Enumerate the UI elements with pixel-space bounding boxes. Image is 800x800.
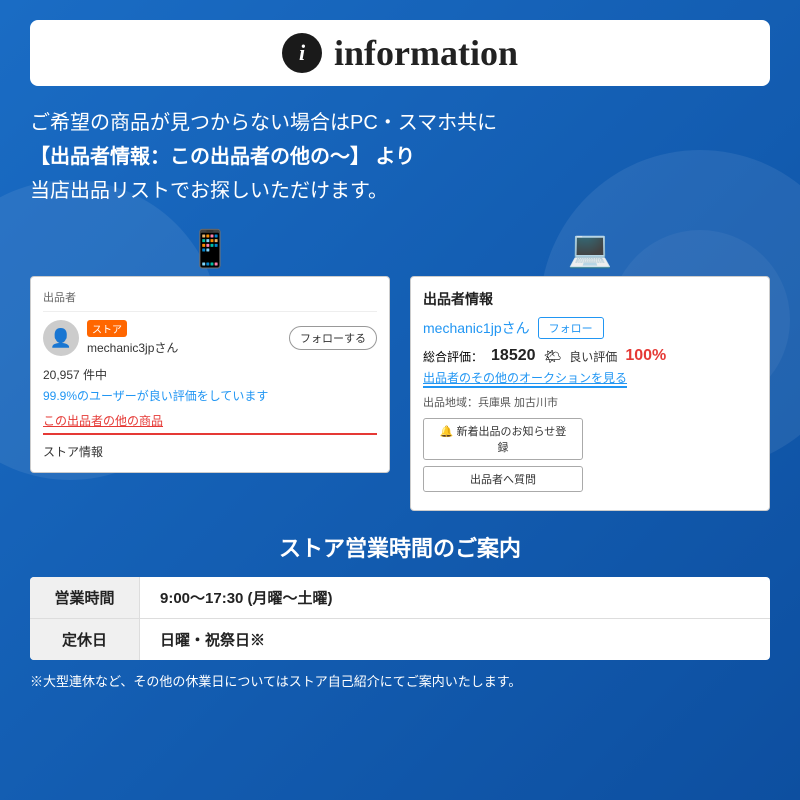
mobile-screenshot-container: 📱 出品者 👤 ストア mechanic3jpさん フォローする 20,957 … (30, 228, 390, 473)
pc-device-icon: 💻 (568, 228, 613, 270)
footnote: ※大型連休など、その他の休業日についてはストア自己紹介にてご案内いたします。 (30, 672, 770, 692)
right-seller-row: mechanic1jpさん フォロー (423, 317, 757, 339)
screenshots-row: 📱 出品者 👤 ストア mechanic3jpさん フォローする 20,957 … (30, 228, 770, 511)
bracket-text: 【出品者情報：この出品者の他の〜】 より (30, 146, 415, 168)
store-info-text: ストア情報 (43, 443, 377, 460)
rating-score: 18520 (491, 347, 536, 365)
question-button[interactable]: 出品者へ質問 (423, 466, 583, 492)
good-pct: 100% (625, 347, 666, 365)
hours-table: 営業時間 9:00〜17:30 (月曜〜土曜) 定休日 日曜・祝祭日※ (30, 577, 770, 660)
notify-button[interactable]: 🔔 新着出品のお知らせ登録 (423, 418, 583, 460)
hours-value-closed: 日曜・祝祭日※ (140, 619, 285, 660)
seller-other-items-link[interactable]: この出品者の他の商品 (43, 412, 377, 435)
hours-row-open: 営業時間 9:00〜17:30 (月曜〜土曜) (30, 577, 770, 619)
mobile-device-icon: 📱 (188, 228, 233, 270)
info-icon: i (282, 33, 322, 73)
hours-value-open: 9:00〜17:30 (月曜〜土曜) (140, 577, 353, 618)
header-banner: i information (30, 20, 770, 86)
header-title: information (334, 32, 518, 74)
sun-icon: 🌤 (544, 348, 562, 365)
hours-label-open: 営業時間 (30, 577, 140, 618)
main-text-line3: 当店出品リストでお探しいただけます。 (30, 174, 770, 208)
follow-button-pc[interactable]: フォロー (538, 317, 604, 339)
pc-screenshot-box: 出品者情報 mechanic1jpさん フォロー 総合評価： 18520 🌤 良… (410, 276, 770, 511)
seller-section-header: 出品者 (43, 289, 377, 312)
auction-link[interactable]: 出品者のその他のオークションを見る (423, 369, 627, 388)
main-container: i information ご希望の商品が見つからない場合はPC・スマホ共に 【… (0, 0, 800, 800)
hours-label-closed: 定休日 (30, 619, 140, 660)
seller-stats: 20,957 件中 (43, 366, 377, 383)
business-hours-section: ストア営業時間のご案内 営業時間 9:00〜17:30 (月曜〜土曜) 定休日 … (30, 531, 770, 692)
rating-label: 総合評価： (423, 348, 483, 365)
hours-row-closed: 定休日 日曜・祝祭日※ (30, 619, 770, 660)
seller-avatar: 👤 (43, 320, 79, 356)
business-hours-heading: ストア営業時間のご案内 (30, 531, 770, 563)
seller-info-title: 出品者情報 (423, 289, 757, 309)
location-text: 出品地域：兵庫県 加古川市 (423, 394, 757, 410)
follow-button-mobile[interactable]: フォローする (289, 326, 377, 350)
main-text-line2: 【出品者情報：この出品者の他の〜】 より (30, 140, 770, 174)
good-label: 良い評価 (569, 348, 617, 365)
seller-rating: 99.9%のユーザーが良い評価をしています (43, 387, 377, 404)
mobile-screenshot-box: 出品者 👤 ストア mechanic3jpさん フォローする 20,957 件中… (30, 276, 390, 473)
pc-screenshot-container: 💻 出品者情報 mechanic1jpさん フォロー 総合評価： 18520 🌤… (410, 228, 770, 511)
seller-name-area: ストア mechanic3jpさん (87, 320, 281, 356)
left-seller-name: mechanic3jpさん (87, 341, 178, 355)
main-text-line1: ご希望の商品が見つからない場合はPC・スマホ共に (30, 106, 770, 140)
main-description: ご希望の商品が見つからない場合はPC・スマホ共に 【出品者情報：この出品者の他の… (30, 106, 770, 208)
right-seller-name: mechanic1jpさん (423, 318, 530, 338)
rating-row: 総合評価： 18520 🌤 良い評価 100% (423, 347, 757, 365)
store-badge: ストア (87, 320, 127, 337)
seller-profile: 👤 ストア mechanic3jpさん フォローする (43, 320, 377, 356)
